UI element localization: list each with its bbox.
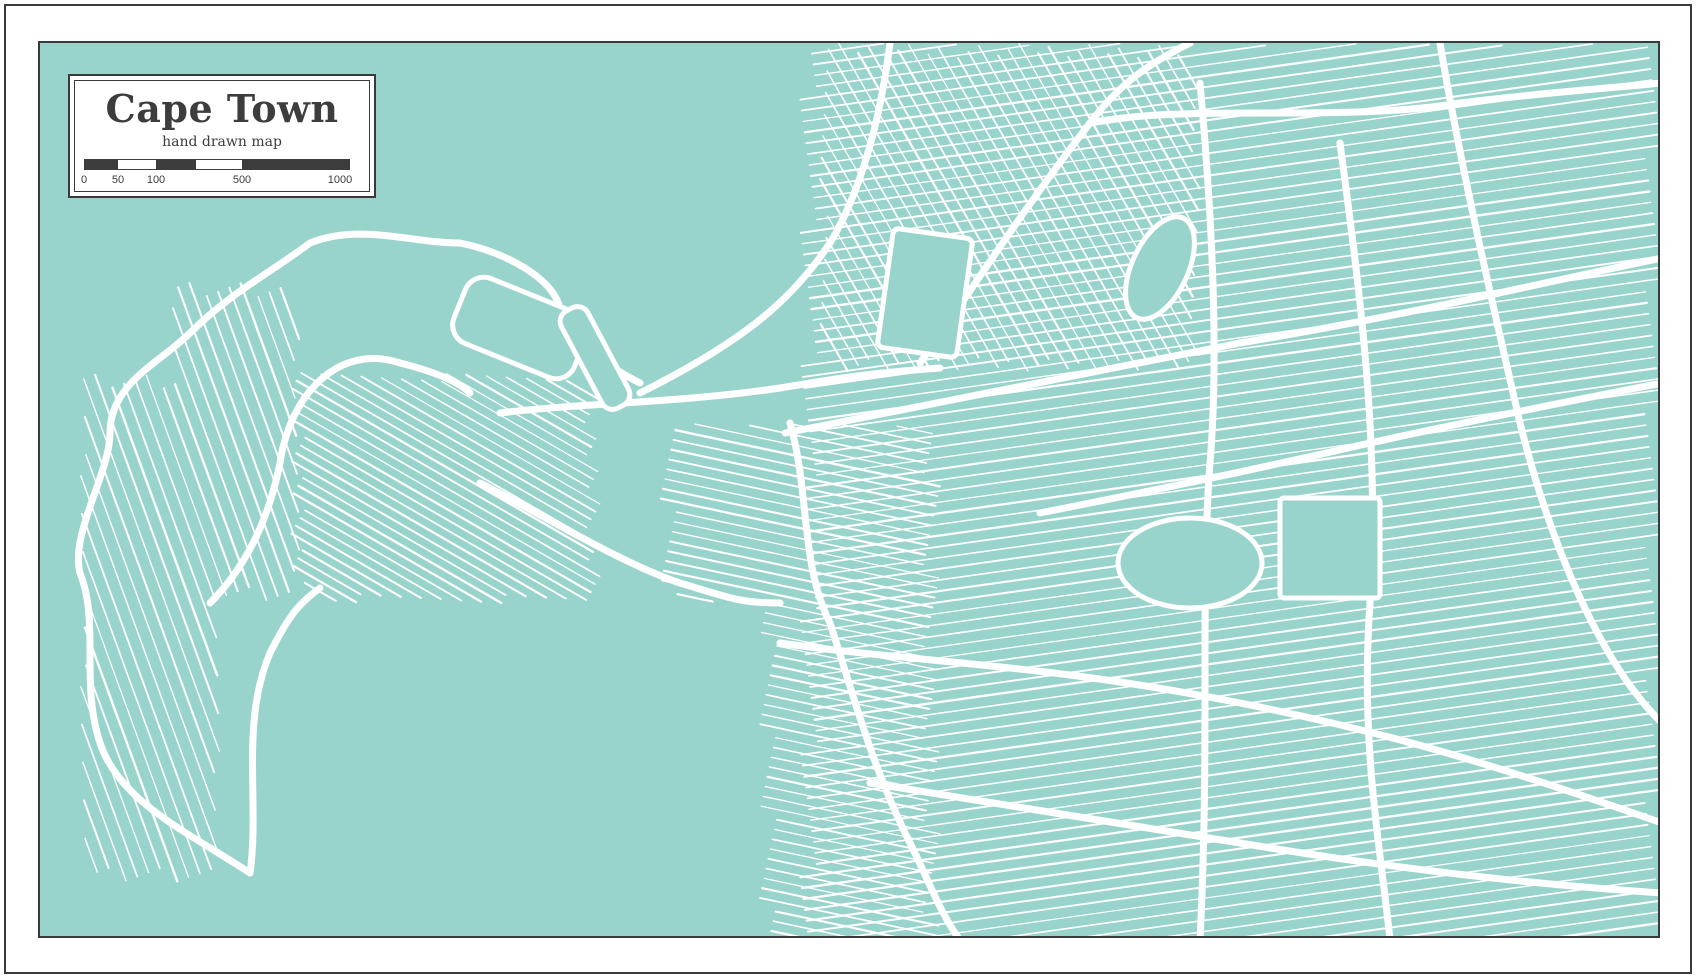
scale-segment — [84, 159, 118, 170]
scale-label: 100 — [146, 174, 166, 186]
map-subtitle: hand drawn map — [162, 134, 282, 150]
scale-label: 50 — [111, 174, 125, 186]
scale-label: 0 — [80, 174, 88, 186]
map-title-panel: Cape Town hand drawn map 0 50 100 500 10… — [68, 74, 376, 198]
scale-label: 500 — [232, 174, 252, 186]
scale-segment — [242, 159, 350, 170]
pond-2 — [1115, 515, 1265, 611]
scale-label: 1000 — [327, 174, 353, 186]
scale-segment — [156, 159, 196, 170]
scale-segment — [196, 159, 242, 170]
park-block-1 — [1277, 495, 1383, 601]
park-block-2 — [875, 226, 975, 360]
scale-segment — [118, 159, 156, 170]
scale-bar — [84, 159, 350, 170]
map-title: Cape Town — [105, 86, 339, 131]
